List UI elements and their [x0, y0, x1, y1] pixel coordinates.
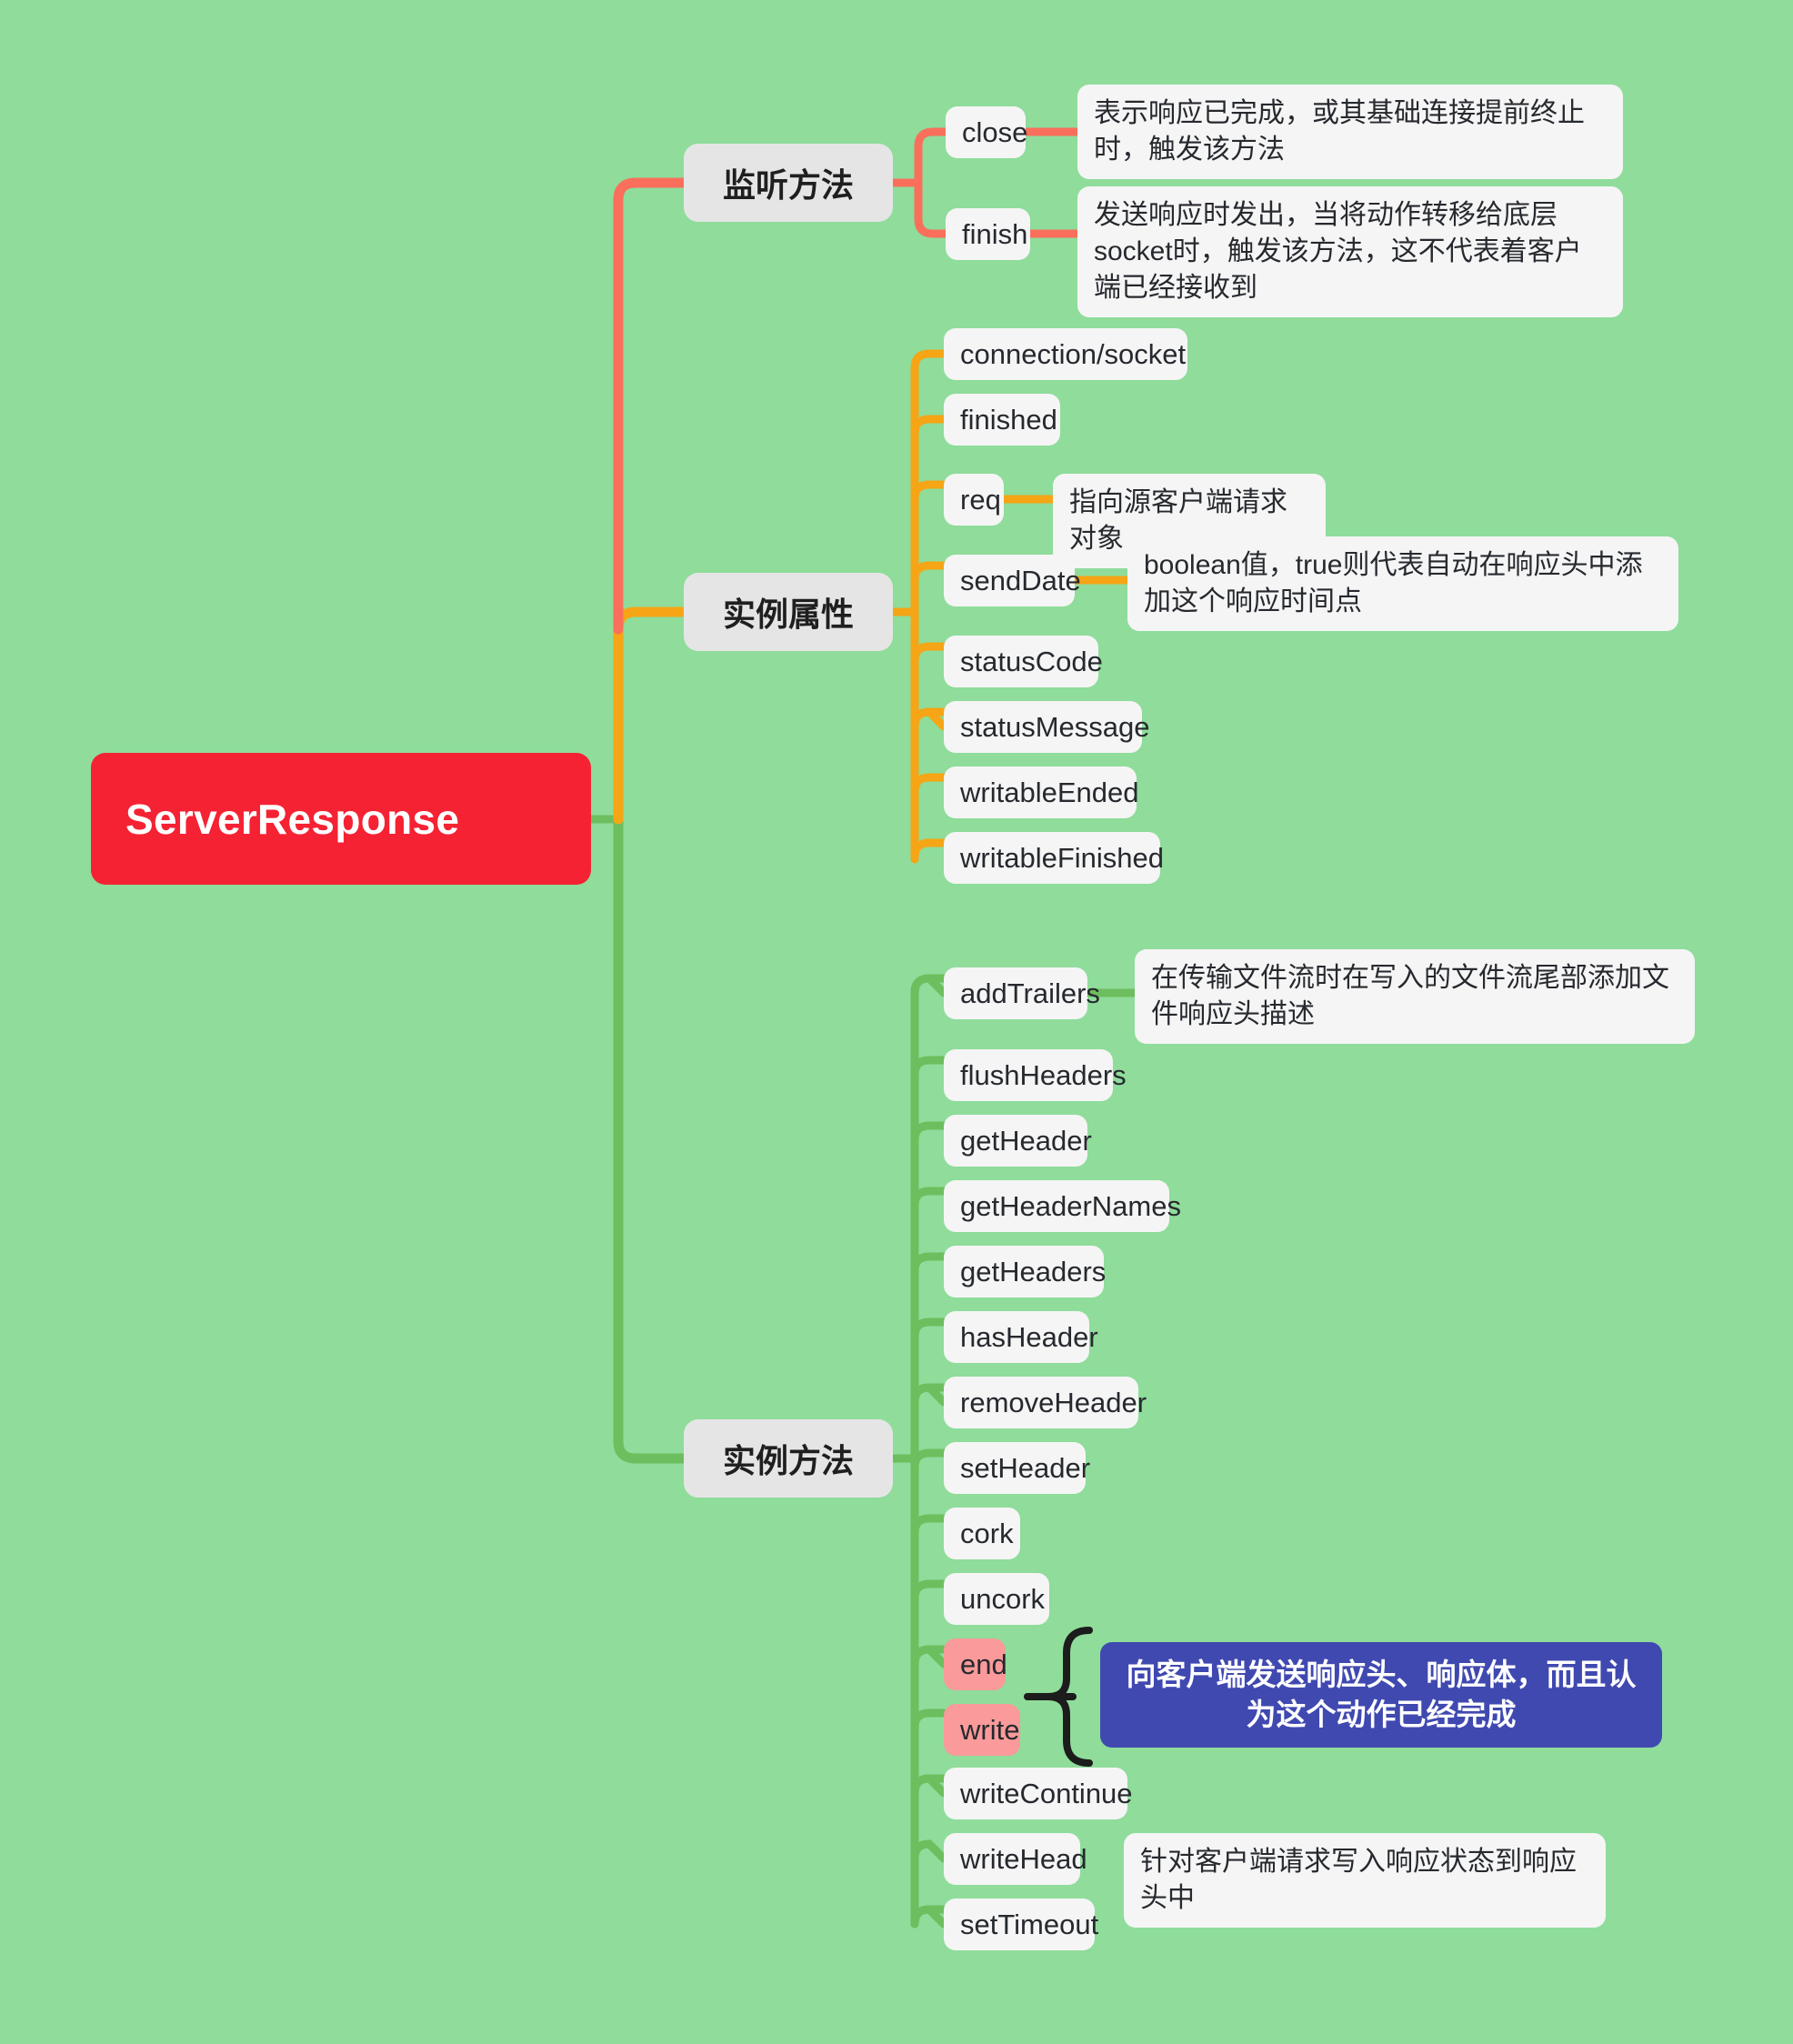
leaf-finished-label: finished	[960, 403, 1057, 436]
leaf-close-label: close	[962, 115, 1028, 148]
leaf-writecontinue[interactable]: writeContinue	[944, 1768, 1133, 1819]
leaf-writehead[interactable]: writeHead	[944, 1833, 1087, 1885]
leaf-req[interactable]: req	[944, 474, 1004, 526]
leaf-getheadernames-label: getHeaderNames	[960, 1189, 1181, 1222]
leaf-removeheader-label: removeHeader	[960, 1386, 1147, 1418]
leaf-statusmessage[interactable]: statusMessage	[944, 701, 1150, 753]
leaf-close[interactable]: close	[946, 106, 1028, 158]
leaf-cork-label: cork	[960, 1517, 1014, 1549]
leaf-writablefinished[interactable]: writableFinished	[944, 832, 1164, 884]
note-finish-text: 发送响应时发出，当将动作转移给底层socket时，触发该方法，这不代表着客户端已…	[1094, 200, 1582, 303]
leaf-settimeout-label: setTimeout	[960, 1908, 1099, 1940]
leaf-writecontinue-label: writeContinue	[960, 1777, 1133, 1809]
leaf-writableended-label: writableEnded	[960, 776, 1139, 808]
leaf-write[interactable]: write	[944, 1704, 1020, 1756]
leaf-hasheader-label: hasHeader	[960, 1320, 1098, 1353]
leaf-getheaders[interactable]: getHeaders	[944, 1246, 1107, 1298]
leaf-hasheader[interactable]: hasHeader	[944, 1311, 1098, 1363]
leaf-statusmessage-label: statusMessage	[960, 710, 1150, 743]
leaf-uncork[interactable]: uncork	[944, 1573, 1049, 1625]
leaf-getheadernames[interactable]: getHeaderNames	[944, 1180, 1181, 1232]
note-addtrailers-text: 在传输文件流时在写入的文件流尾部添加文件响应头描述	[1151, 963, 1669, 1029]
leaf-write-label: write	[960, 1713, 1020, 1746]
note-close-text: 表示响应已完成，或其基础连接提前终止时，触发该方法	[1094, 98, 1585, 165]
root-node-label: ServerResponse	[125, 795, 460, 843]
leaf-connection-socket-label: connection/socket	[960, 337, 1187, 370]
leaf-finish-label: finish	[962, 217, 1028, 250]
leaf-getheader[interactable]: getHeader	[944, 1115, 1092, 1167]
leaf-addtrailers-label: addTrailers	[960, 977, 1100, 1009]
branch-listen-methods-label: 监听方法	[722, 166, 854, 204]
branch-instance-methods[interactable]: 实例方法	[684, 1419, 893, 1498]
leaf-flushheaders-label: flushHeaders	[960, 1058, 1127, 1091]
note-close: 表示响应已完成，或其基础连接提前终止时，触发该方法	[1077, 85, 1623, 179]
branch-instance-properties-label: 实例属性	[722, 596, 854, 633]
branch-listen-methods[interactable]: 监听方法	[684, 144, 893, 222]
leaf-uncork-label: uncork	[960, 1582, 1046, 1615]
leaf-getheader-label: getHeader	[960, 1124, 1092, 1157]
leaf-end-label: end	[960, 1648, 1007, 1680]
leaf-senddate-label: sendDate	[960, 564, 1081, 596]
leaf-finish[interactable]: finish	[946, 208, 1030, 260]
leaf-setheader[interactable]: setHeader	[944, 1442, 1090, 1494]
leaf-getheaders-label: getHeaders	[960, 1255, 1107, 1288]
callout-end-write: 向客户端发送响应头、响应体，而且认为这个动作已经完成	[1100, 1642, 1662, 1748]
leaf-settimeout[interactable]: setTimeout	[944, 1899, 1099, 1950]
leaf-end[interactable]: end	[944, 1638, 1007, 1690]
leaf-writablefinished-label: writableFinished	[960, 841, 1164, 874]
note-writehead: 针对客户端请求写入响应状态到响应头中	[1124, 1833, 1606, 1928]
root-node[interactable]: ServerResponse	[91, 753, 591, 885]
leaf-finished[interactable]: finished	[944, 394, 1060, 446]
note-senddate: boolean值，true则代表自动在响应头中添加这个响应时间点	[1127, 536, 1678, 631]
mindmap-canvas: ServerResponse 监听方法 close 表示响应已完成，或其基础连接…	[0, 0, 1793, 2044]
leaf-statuscode[interactable]: statusCode	[944, 636, 1103, 687]
leaf-connection-socket[interactable]: connection/socket	[944, 328, 1187, 380]
leaf-req-label: req	[960, 483, 1001, 516]
branch-instance-methods-label: 实例方法	[722, 1442, 854, 1479]
leaf-setheader-label: setHeader	[960, 1451, 1091, 1484]
leaf-senddate[interactable]: sendDate	[944, 555, 1081, 606]
note-finish: 发送响应时发出，当将动作转移给底层socket时，触发该方法，这不代表着客户端已…	[1077, 186, 1623, 317]
leaf-removeheader[interactable]: removeHeader	[944, 1377, 1147, 1428]
leaf-cork[interactable]: cork	[944, 1508, 1020, 1559]
note-writehead-text: 针对客户端请求写入响应状态到响应头中	[1140, 1847, 1577, 1913]
leaf-statuscode-label: statusCode	[960, 645, 1103, 677]
note-addtrailers: 在传输文件流时在写入的文件流尾部添加文件响应头描述	[1135, 949, 1695, 1044]
leaf-flushheaders[interactable]: flushHeaders	[944, 1049, 1127, 1101]
leaf-writehead-label: writeHead	[960, 1842, 1087, 1875]
callout-end-write-text: 向客户端发送响应头、响应体，而且认为这个动作已经完成	[1126, 1658, 1637, 1732]
branch-instance-properties[interactable]: 实例属性	[684, 573, 893, 651]
leaf-addtrailers[interactable]: addTrailers	[944, 967, 1100, 1019]
note-senddate-text: boolean值，true则代表自动在响应头中添加这个响应时间点	[1144, 550, 1643, 616]
leaf-writableended[interactable]: writableEnded	[944, 766, 1139, 818]
